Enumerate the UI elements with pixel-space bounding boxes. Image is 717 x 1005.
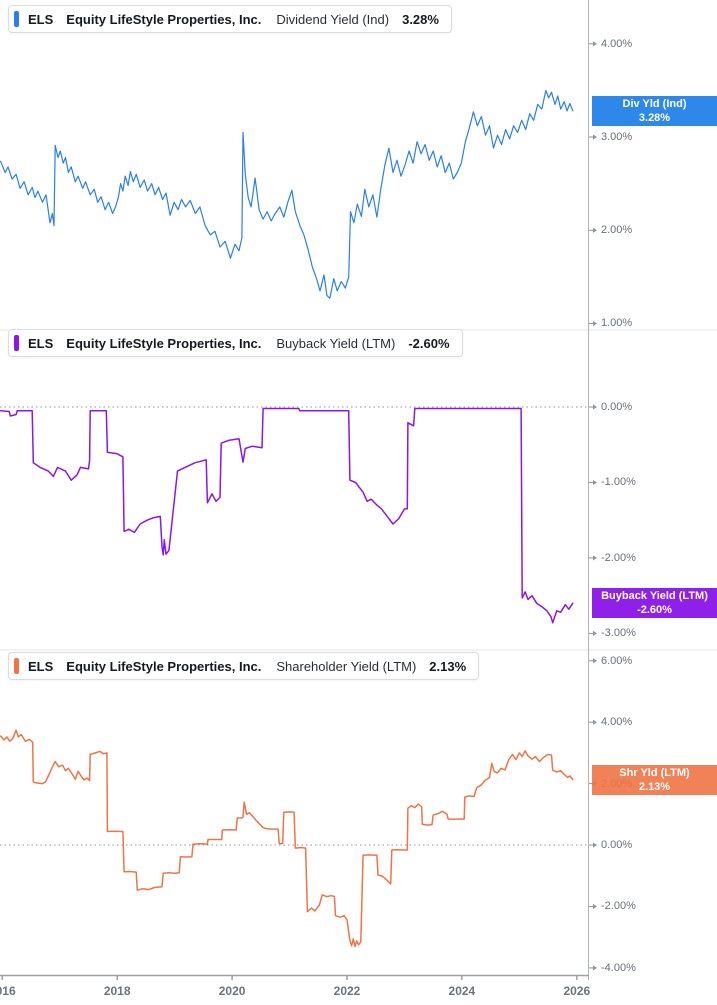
- y-axis-label: -3.00%: [601, 627, 636, 640]
- y-tick-arrow-icon: [593, 903, 597, 910]
- metric-value: 3.28%: [402, 11, 439, 27]
- y-axis-label: -2.00%: [601, 551, 636, 564]
- badge-metric-label: Div Yld (Ind): [622, 97, 687, 110]
- y-tick-arrow-icon: [593, 227, 597, 233]
- y-tick-arrow-icon: [593, 134, 597, 140]
- metric-value: 2.13%: [429, 658, 467, 674]
- series-color-bar: [14, 335, 19, 351]
- y-axis-label: 4.00%: [601, 37, 633, 50]
- shareholder-yield-legend[interactable]: ELS Equity LifeStyle Properties, Inc. Sh…: [8, 652, 480, 680]
- x-axis-label: 2018: [103, 984, 131, 998]
- metric-name: Dividend Yield (Ind): [276, 11, 390, 27]
- y-tick-arrow-icon: [593, 555, 597, 561]
- y-axis-label: 2.00%: [601, 224, 633, 237]
- buyback-yield-legend[interactable]: ELS Equity LifeStyle Properties, Inc. Bu…: [8, 329, 463, 357]
- series-color-bar: [14, 11, 19, 27]
- metric-name: Shareholder Yield (LTM): [276, 658, 417, 674]
- x-axis-label: 2026: [563, 984, 591, 998]
- y-axis-label: -4.00%: [601, 961, 636, 974]
- company-name: Equity LifeStyle Properties, Inc.: [66, 658, 262, 674]
- shareholder-yield-axis-badge: Shr Yld (LTM) 2.13%: [592, 764, 717, 795]
- y-axis-label: 1.00%: [601, 317, 633, 330]
- y-axis-label: 0.00%: [601, 839, 633, 852]
- dividend-yield-axis-badge: Div Yld (Ind) 3.28%: [592, 95, 717, 126]
- x-axis-label: 2022: [333, 984, 361, 998]
- y-axis-label: 4.00%: [601, 716, 633, 729]
- badge-metric-label: Shr Yld (LTM): [619, 766, 690, 779]
- y-axis-label: 3.00%: [601, 131, 633, 144]
- x-axis-label: 2016: [0, 984, 16, 998]
- ticker-symbol: ELS: [28, 335, 54, 351]
- buyback-yield-axis-badge: Buyback Yield (LTM) -2.60%: [592, 588, 717, 619]
- x-axis-label: 2024: [448, 984, 476, 998]
- ticker-symbol: ELS: [28, 658, 54, 674]
- y-axis-label: 0.00%: [601, 400, 633, 413]
- y-tick-arrow-icon: [593, 630, 597, 636]
- badge-value: 3.28%: [638, 111, 671, 124]
- company-name: Equity LifeStyle Properties, Inc.: [66, 11, 262, 27]
- ticker-symbol: ELS: [28, 11, 54, 27]
- y-tick-arrow-icon: [593, 41, 597, 47]
- shareholder-yield-line: [0, 729, 574, 948]
- y-tick-arrow-icon: [593, 965, 597, 971]
- dividend-yield-line: [0, 89, 574, 299]
- y-axis-label: -1.00%: [601, 476, 636, 489]
- x-axis-label: 2020: [218, 984, 246, 998]
- badge-metric-label: Buyback Yield (LTM): [601, 590, 708, 603]
- y-tick-arrow-icon: [593, 842, 597, 848]
- y-axis-label: 6.00%: [601, 654, 633, 667]
- y-tick-arrow-icon: [593, 719, 597, 725]
- company-name: Equity LifeStyle Properties, Inc.: [66, 335, 262, 351]
- charts-canvas[interactable]: [0, 0, 717, 1005]
- metric-value: -2.60%: [408, 335, 450, 351]
- y-axis-label: -2.00%: [601, 900, 636, 913]
- dividend-yield-legend[interactable]: ELS Equity LifeStyle Properties, Inc. Di…: [8, 5, 452, 33]
- y-tick-arrow-icon: [593, 658, 597, 664]
- badge-value: -2.60%: [637, 604, 672, 617]
- metric-name: Buyback Yield (LTM): [276, 335, 396, 351]
- series-color-bar: [14, 658, 19, 674]
- y-tick-arrow-icon: [593, 404, 597, 410]
- yield-charts-page: 4.00% 3.00% 2.00% 1.00% 0.00% -1.00% -2.00% -3.…: [0, 0, 717, 1005]
- badge-value: 2.13%: [638, 780, 671, 793]
- y-tick-arrow-icon: [593, 479, 597, 486]
- y-tick-arrow-icon: [593, 320, 597, 327]
- buyback-yield-line: [0, 407, 574, 624]
